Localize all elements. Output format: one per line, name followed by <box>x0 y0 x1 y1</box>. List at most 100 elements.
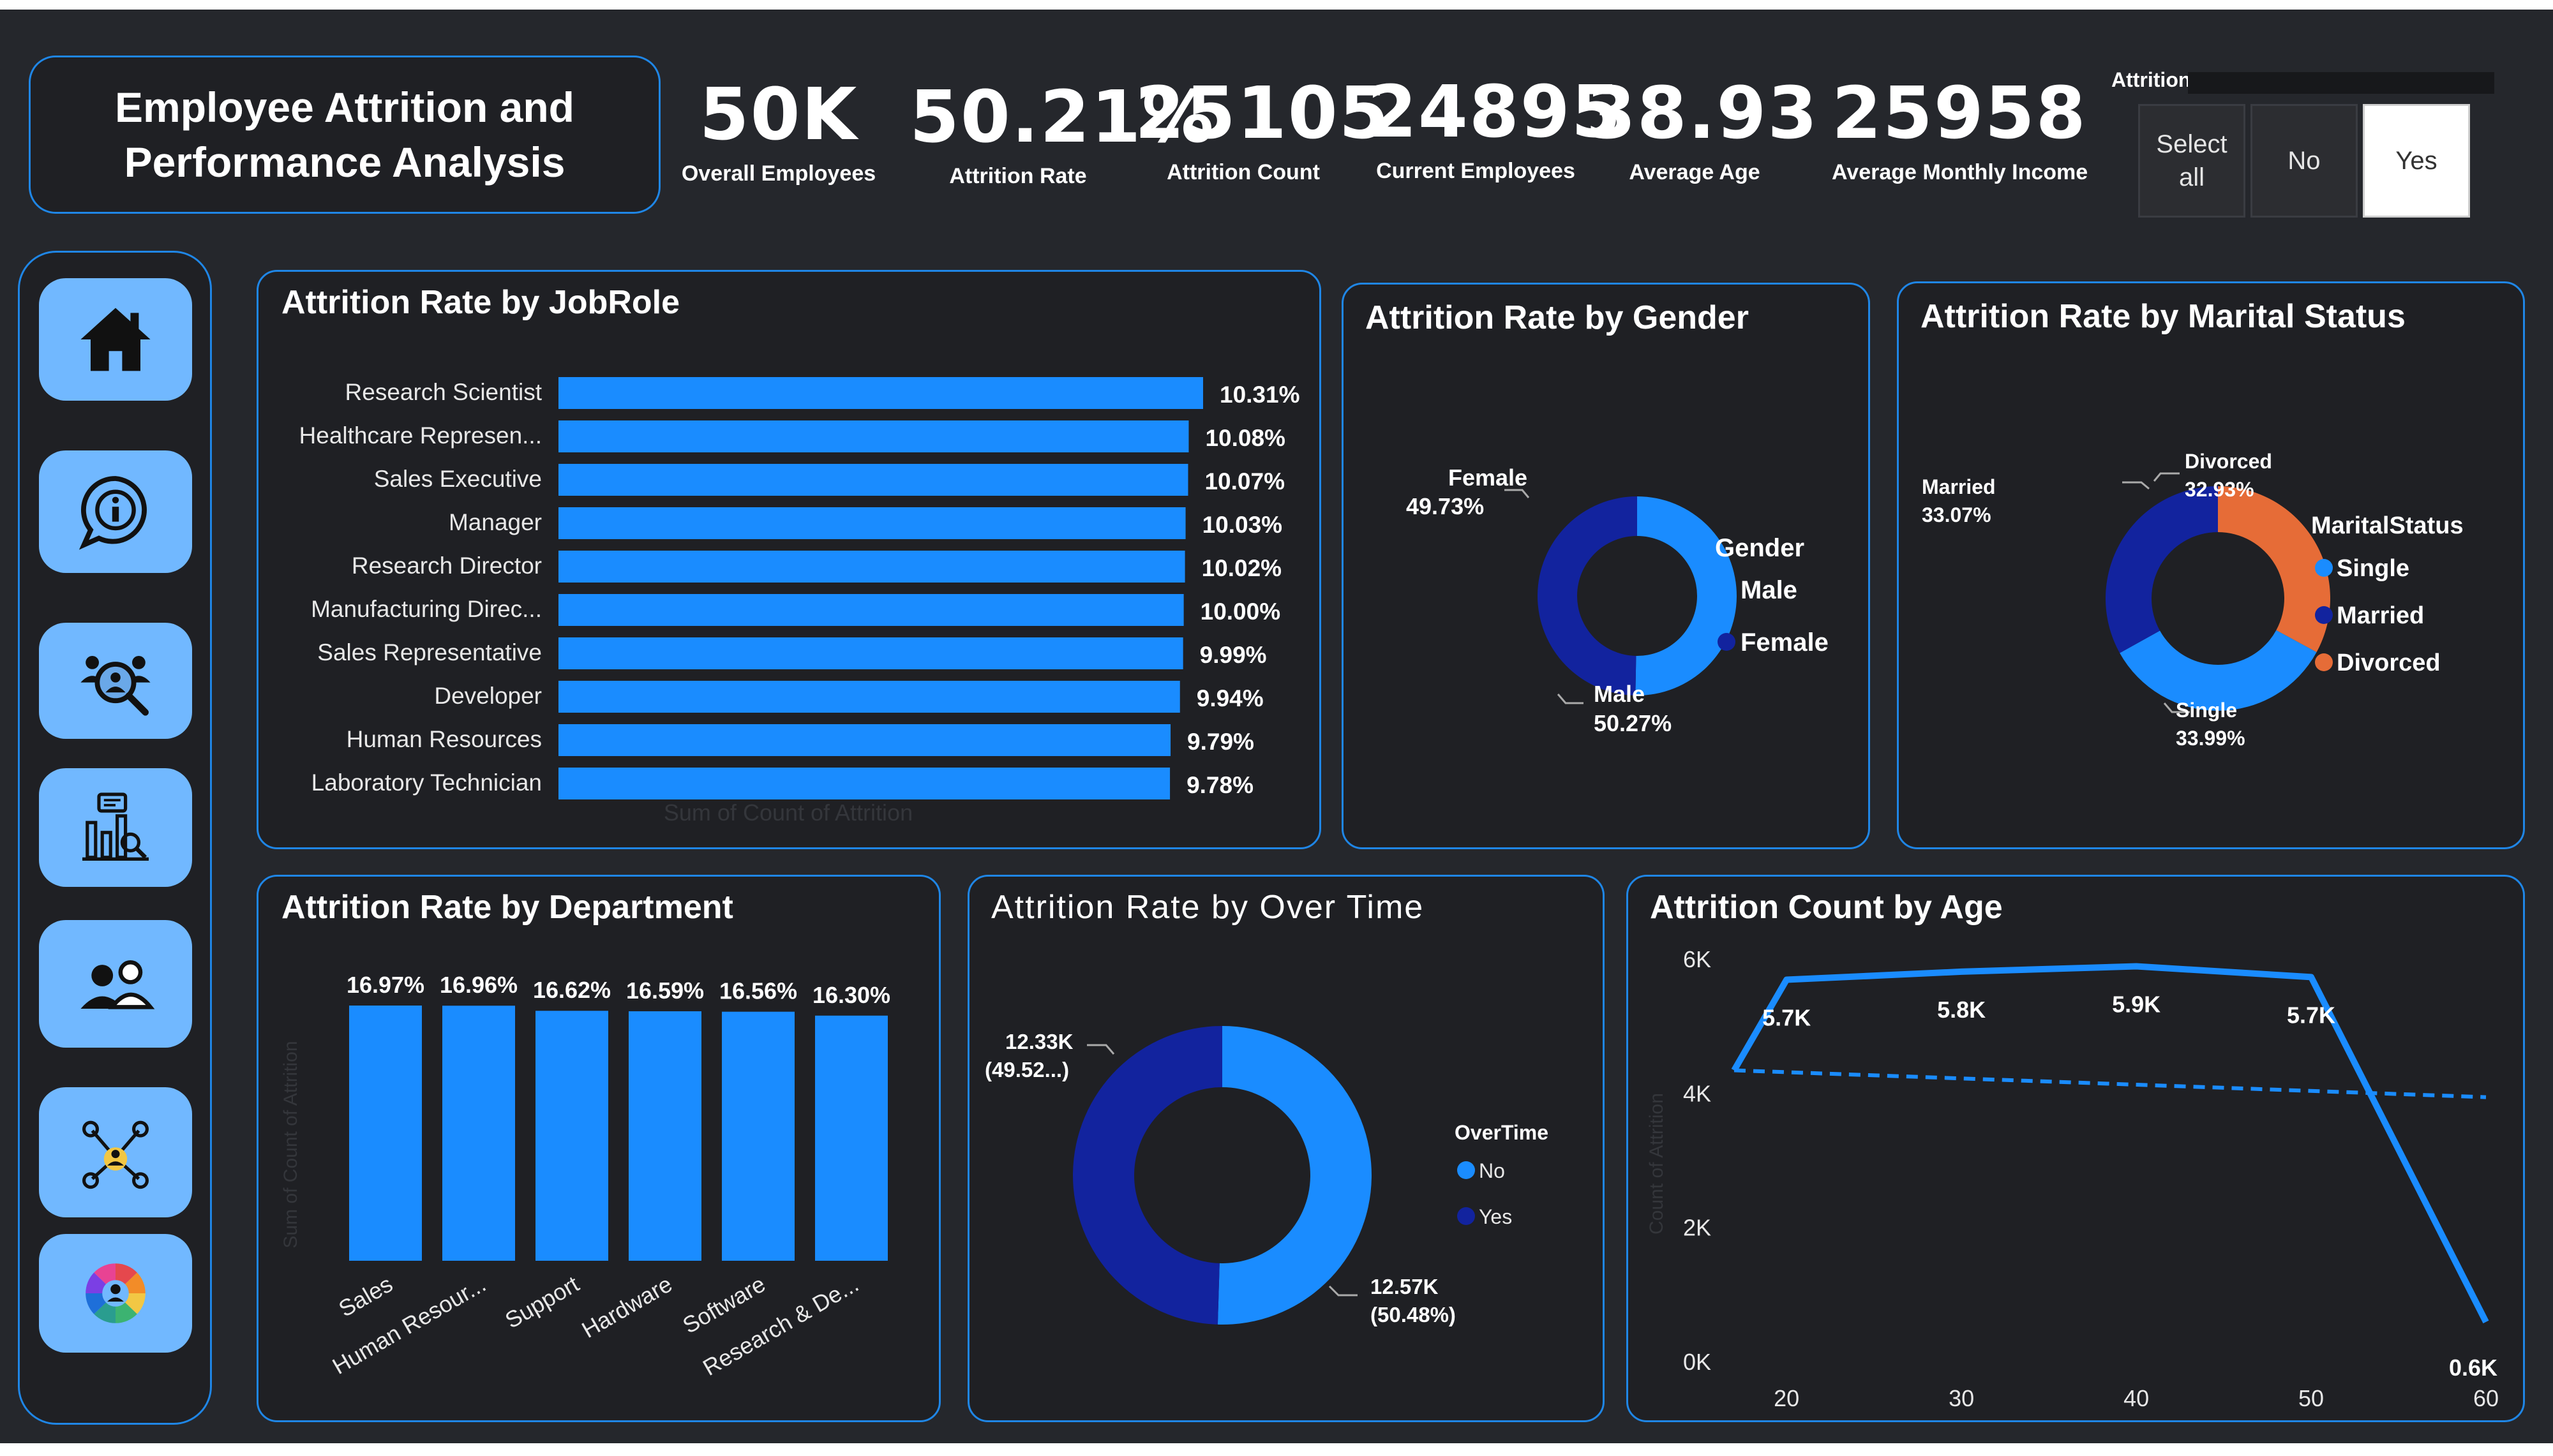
jobrole-bar <box>558 594 1184 626</box>
overtime-legend-label: No <box>1479 1159 1505 1182</box>
age-x-tick-label: 60 <box>2473 1385 2499 1411</box>
kpi-label: Attrition Rate <box>949 164 1087 188</box>
department-y-axis-title: Sum of Count of Attrition <box>280 1041 301 1248</box>
kpi-value: 50.21% <box>910 76 1215 159</box>
marital-legend-marker <box>2315 559 2333 577</box>
jobrole-category-label: Sales Executive <box>374 466 542 492</box>
jobrole-category-label: Manufacturing Direc... <box>311 596 542 622</box>
overtime-slice-percent: (49.52...) <box>985 1058 1069 1081</box>
age-x-tick-label: 50 <box>2298 1385 2324 1411</box>
team-wheel-icon <box>86 1263 146 1323</box>
gender-chart-panel: Attrition Rate by Gender Female 49.73% Mal… <box>1342 283 1870 849</box>
gender-leader-line <box>1557 694 1583 704</box>
department-data-label: 16.56% <box>719 978 797 1004</box>
marital-legend-label: Divorced <box>2337 650 2441 676</box>
age-series-line <box>1731 963 2489 1324</box>
attrition-slicer-header-bar <box>2188 72 2494 94</box>
age-y-tick-label: 0K <box>1683 1349 1711 1375</box>
jobrole-data-label: 10.00% <box>1201 598 1281 625</box>
jobrole-data-label: 9.78% <box>1187 772 1254 798</box>
gender-slice-name: Female <box>1448 464 1527 491</box>
marital-legend-label: Married <box>2337 602 2424 629</box>
jobrole-category-label: Research Scientist <box>345 379 543 405</box>
jobrole-bar <box>558 420 1189 452</box>
overtime-donut-chart: 12.33K (49.52...) 12.57K (50.48%) OverTime No… <box>985 1026 1548 1326</box>
marital-leader-line <box>2122 481 2150 490</box>
marital-slice-value: 33.99% <box>2176 727 2245 750</box>
kpi-value: 38.93 <box>1586 72 1819 155</box>
overtime-legend-title: OverTime <box>1455 1121 1548 1144</box>
nav-report-analytics-button[interactable] <box>39 768 192 887</box>
overtime-leader-line <box>1328 1285 1358 1296</box>
nav-employees-button[interactable] <box>39 920 192 1048</box>
department-data-label: 16.62% <box>533 977 611 1003</box>
jobrole-bar <box>558 681 1180 713</box>
department-category-label: Hardware <box>577 1270 677 1343</box>
marital-slice <box>2218 486 2330 653</box>
slicer-option-select-all[interactable]: Select all <box>2138 104 2245 218</box>
jobrole-bar <box>558 507 1186 539</box>
age-data-label: 5.7K <box>2287 1002 2335 1028</box>
gender-legend-label: Male <box>1741 576 1797 604</box>
dashboard-title-box: Employee Attrition and Performance Analy… <box>29 56 661 214</box>
age-x-tick-label: 40 <box>2123 1385 2149 1411</box>
jobrole-category-label: Healthcare Represen... <box>299 422 542 449</box>
jobrole-bar <box>558 637 1183 669</box>
nav-people-search-button[interactable] <box>39 623 192 739</box>
marital-donut-chart: Married 33.07% Divorced 32.93% Single 33.99% M… <box>1922 450 2464 750</box>
kpi-average-age: 38.93 Average Age <box>1586 72 1819 185</box>
jobrole-bar <box>558 768 1171 799</box>
nav-info-button[interactable] <box>39 450 192 573</box>
people-search-icon <box>80 656 151 716</box>
gender-slice <box>1537 496 1637 695</box>
marital-slice-value: 32.93% <box>2185 478 2254 501</box>
marital-leader-line <box>2153 472 2180 482</box>
slicer-option-label: all <box>2178 163 2205 191</box>
age-x-tick-label: 30 <box>1949 1385 1974 1411</box>
kpi-attrition-rate: 50.21% Attrition Rate <box>910 76 1215 189</box>
kpi-value: 25105 <box>1135 72 1390 155</box>
marital-slice-name: Married <box>1922 475 1996 498</box>
department-bar <box>349 1006 422 1261</box>
overtime-legend-label: Yes <box>1479 1205 1512 1228</box>
kpi-overall-employees: 50K Overall Employees <box>670 73 887 186</box>
age-line-chart: 0K 2K 4K 6K 20 30 40 50 60 Count of Attrition 5.7K… <box>1646 946 2499 1411</box>
jobrole-category-label: Developer <box>434 683 542 709</box>
overtime-slice-value: 12.57K <box>1370 1275 1439 1298</box>
jobrole-bar <box>558 551 1185 583</box>
marital-legend-marker <box>2315 606 2333 624</box>
kpi-label: Attrition Count <box>1167 160 1320 184</box>
nav-network-button[interactable] <box>39 1087 192 1217</box>
department-data-label: 16.30% <box>812 982 890 1008</box>
slicer-option-yes[interactable]: Yes <box>2363 104 2470 218</box>
department-bar <box>815 1015 888 1261</box>
slicer-option-label: No <box>2287 147 2321 175</box>
dashboard-title-line1: Employee Attrition and <box>115 84 574 131</box>
nav-home-button[interactable] <box>39 278 192 401</box>
gender-slice-value: 49.73% <box>1406 493 1484 519</box>
slicer-option-no[interactable]: No <box>2250 104 2358 218</box>
age-y-axis-title: Count of Attrition <box>1646 1093 1667 1235</box>
jobrole-category-label: Human Resources <box>347 726 542 752</box>
age-data-label: 5.9K <box>2112 992 2160 1018</box>
gender-slice-value: 50.27% <box>1594 710 1672 736</box>
jobrole-x-axis-title: Sum of Count of Attrition <box>664 799 913 826</box>
overtime-slice <box>1072 1026 1222 1325</box>
department-category-label: Sales <box>334 1270 397 1322</box>
nav-team-wheel-button[interactable] <box>39 1234 192 1353</box>
jobrole-bar <box>558 724 1171 756</box>
home-icon <box>80 308 151 371</box>
department-bar <box>722 1011 795 1261</box>
jobrole-category-label: Manager <box>449 509 542 535</box>
navigation-panel <box>18 251 212 1425</box>
slicer-option-label: Yes <box>2395 147 2437 175</box>
department-bar <box>535 1011 608 1261</box>
overtime-legend-marker <box>1457 1161 1475 1179</box>
network-icon <box>82 1120 149 1189</box>
dashboard-title-line2: Performance Analysis <box>124 138 565 186</box>
age-data-label: 5.8K <box>1937 997 1986 1023</box>
department-data-label: 16.59% <box>626 977 704 1004</box>
kpi-label: Overall Employees <box>681 161 876 186</box>
gender-legend-marker <box>1718 581 1735 598</box>
jobrole-bar <box>558 464 1188 496</box>
